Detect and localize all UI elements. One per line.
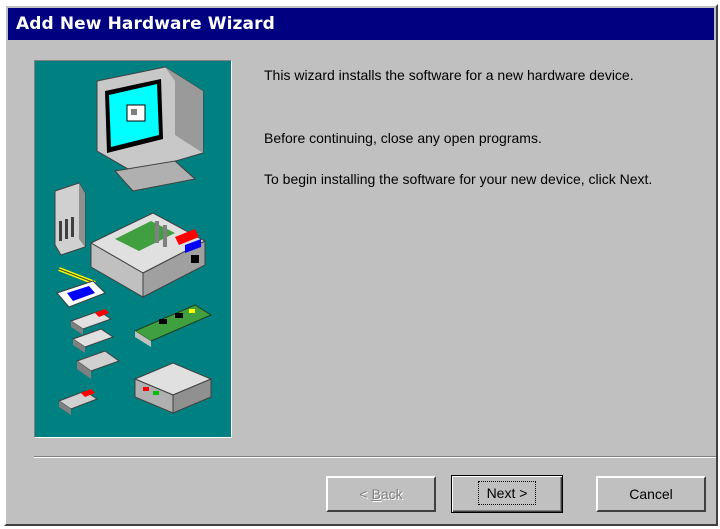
window-title: Add New Hardware Wizard <box>16 14 275 34</box>
next-button[interactable]: Next > <box>451 475 563 513</box>
monitor-icon <box>96 66 204 192</box>
computer-case-icon <box>89 212 207 298</box>
separator-line <box>34 456 716 458</box>
floppy-disk-icon <box>69 309 115 353</box>
back-button-rest: ack <box>380 486 403 502</box>
back-button-prefix: < <box>359 486 372 502</box>
next-button-label: Next > <box>477 481 537 505</box>
tablet-icon <box>56 267 106 308</box>
cancel-button-label: Cancel <box>629 486 673 502</box>
wizard-window: Add New Hardware Wizard This wizard inst… <box>4 4 718 526</box>
cancel-button[interactable]: Cancel <box>596 476 706 512</box>
intro-text: This wizard installs the software for a … <box>264 67 634 83</box>
speaker-icon <box>54 182 86 256</box>
modem-icon <box>133 362 213 414</box>
back-button-mnemonic: B <box>371 486 381 502</box>
close-programs-text: Before continuing, close any open progra… <box>264 130 542 146</box>
instruction-text: To begin installing the software for you… <box>264 171 653 187</box>
hardware-devices-illustration-icon <box>54 66 213 415</box>
drive-icon <box>57 350 121 415</box>
title-bar[interactable]: Add New Hardware Wizard <box>8 8 714 40</box>
expansion-card-icon <box>133 304 213 347</box>
wizard-illustration <box>34 60 232 438</box>
back-button[interactable]: < Back <box>326 476 436 512</box>
